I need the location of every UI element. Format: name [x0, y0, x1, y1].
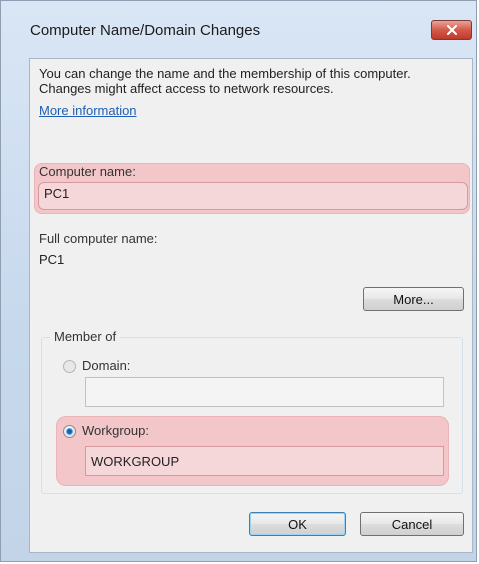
dialog-content: You can change the name and the membersh… [29, 58, 473, 553]
full-computer-name-label: Full computer name: [39, 231, 158, 246]
domain-input[interactable] [85, 377, 444, 407]
dialog-window: Computer Name/Domain Changes You can cha… [0, 0, 477, 562]
close-icon [446, 25, 457, 35]
close-button[interactable] [431, 20, 472, 40]
member-of-title: Member of [50, 329, 121, 344]
ok-button[interactable]: OK [249, 512, 346, 536]
more-information-link[interactable]: More information [39, 103, 137, 118]
workgroup-radio[interactable] [63, 425, 76, 438]
workgroup-label: Workgroup: [82, 423, 149, 438]
dialog-title: Computer Name/Domain Changes [30, 22, 261, 39]
title-bar[interactable]: Computer Name/Domain Changes [1, 1, 476, 61]
domain-label: Domain: [82, 358, 131, 373]
full-computer-name-value: PC1 [39, 252, 65, 267]
domain-radio[interactable] [63, 360, 76, 373]
intro-description: You can change the name and the membersh… [39, 66, 411, 96]
computer-name-input[interactable]: PC1 [38, 182, 468, 210]
workgroup-input[interactable]: WORKGROUP [85, 446, 444, 476]
more-button[interactable]: More... [363, 287, 464, 311]
cancel-button[interactable]: Cancel [360, 512, 464, 536]
computer-name-label: Computer name: [39, 164, 136, 179]
